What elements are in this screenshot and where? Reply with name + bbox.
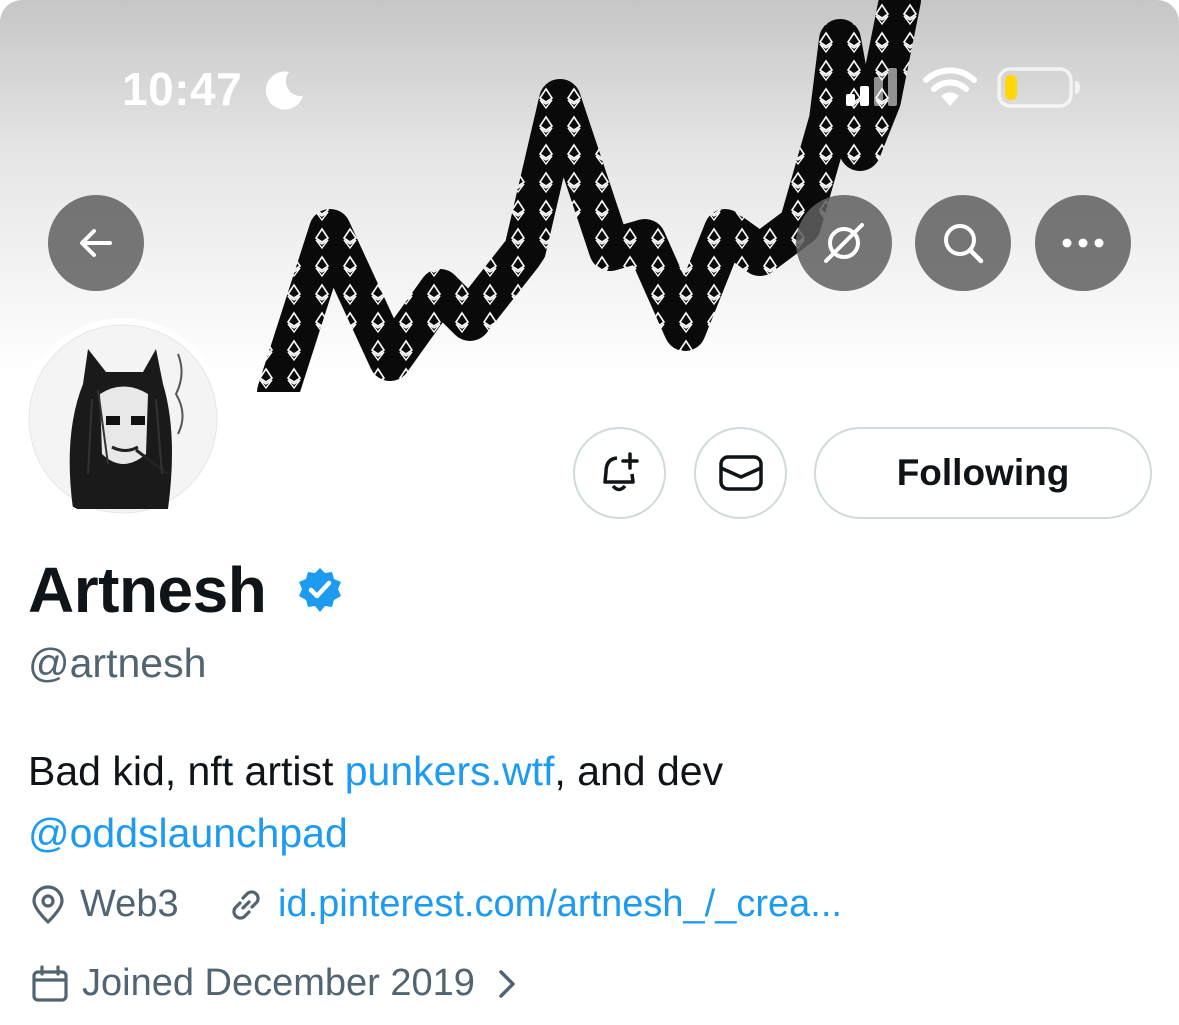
more-options-button[interactable] (1035, 195, 1131, 291)
location-pin-icon (32, 884, 64, 924)
location-text: Web3 (80, 883, 179, 925)
back-button[interactable] (48, 195, 144, 291)
message-button[interactable] (694, 427, 787, 519)
calendar-icon (32, 964, 68, 1002)
bio-link-punkers[interactable]: punkers.wtf (345, 748, 555, 794)
verified-badge-icon (299, 568, 341, 612)
translate-button[interactable] (796, 195, 892, 291)
battery-icon (997, 67, 1080, 108)
notifications-button[interactable] (573, 427, 666, 519)
profile-bio: Bad kid, nft artist punkers.wtf, and dev… (28, 740, 1148, 864)
cellular-signal-icon (846, 68, 897, 106)
status-time: 10:47 (122, 63, 243, 115)
website-link[interactable]: id.pinterest.com/artnesh_/_crea... (278, 883, 842, 926)
search-icon (944, 224, 984, 264)
link-icon (232, 889, 260, 920)
following-button[interactable]: Following (814, 427, 1152, 519)
profile-joined-date[interactable]: Joined December 2019 (30, 962, 533, 1005)
bio-text: Bad kid, nft artist (28, 748, 345, 794)
moon-icon (265, 71, 303, 110)
bell-plus-icon (602, 452, 639, 492)
back-arrow-icon (80, 229, 112, 257)
chevron-right-icon (499, 969, 515, 998)
translate-off-icon (824, 223, 864, 263)
envelope-icon (718, 455, 763, 491)
profile-location: Web3 (28, 883, 179, 926)
more-icon (1062, 238, 1104, 248)
profile-website[interactable]: id.pinterest.com/artnesh_/_crea... (226, 883, 842, 926)
user-handle: @artnesh (28, 640, 207, 686)
bio-text-2: , and dev (554, 748, 724, 794)
search-button[interactable] (915, 195, 1011, 291)
bio-mention-oddslaunchpad[interactable]: @oddslaunchpad (28, 810, 348, 856)
joined-text: Joined December 2019 (82, 962, 475, 1004)
wifi-icon (923, 67, 977, 106)
avatar[interactable] (22, 318, 224, 520)
display-name: Artnesh (28, 554, 267, 626)
avatar-illustration (28, 324, 218, 514)
